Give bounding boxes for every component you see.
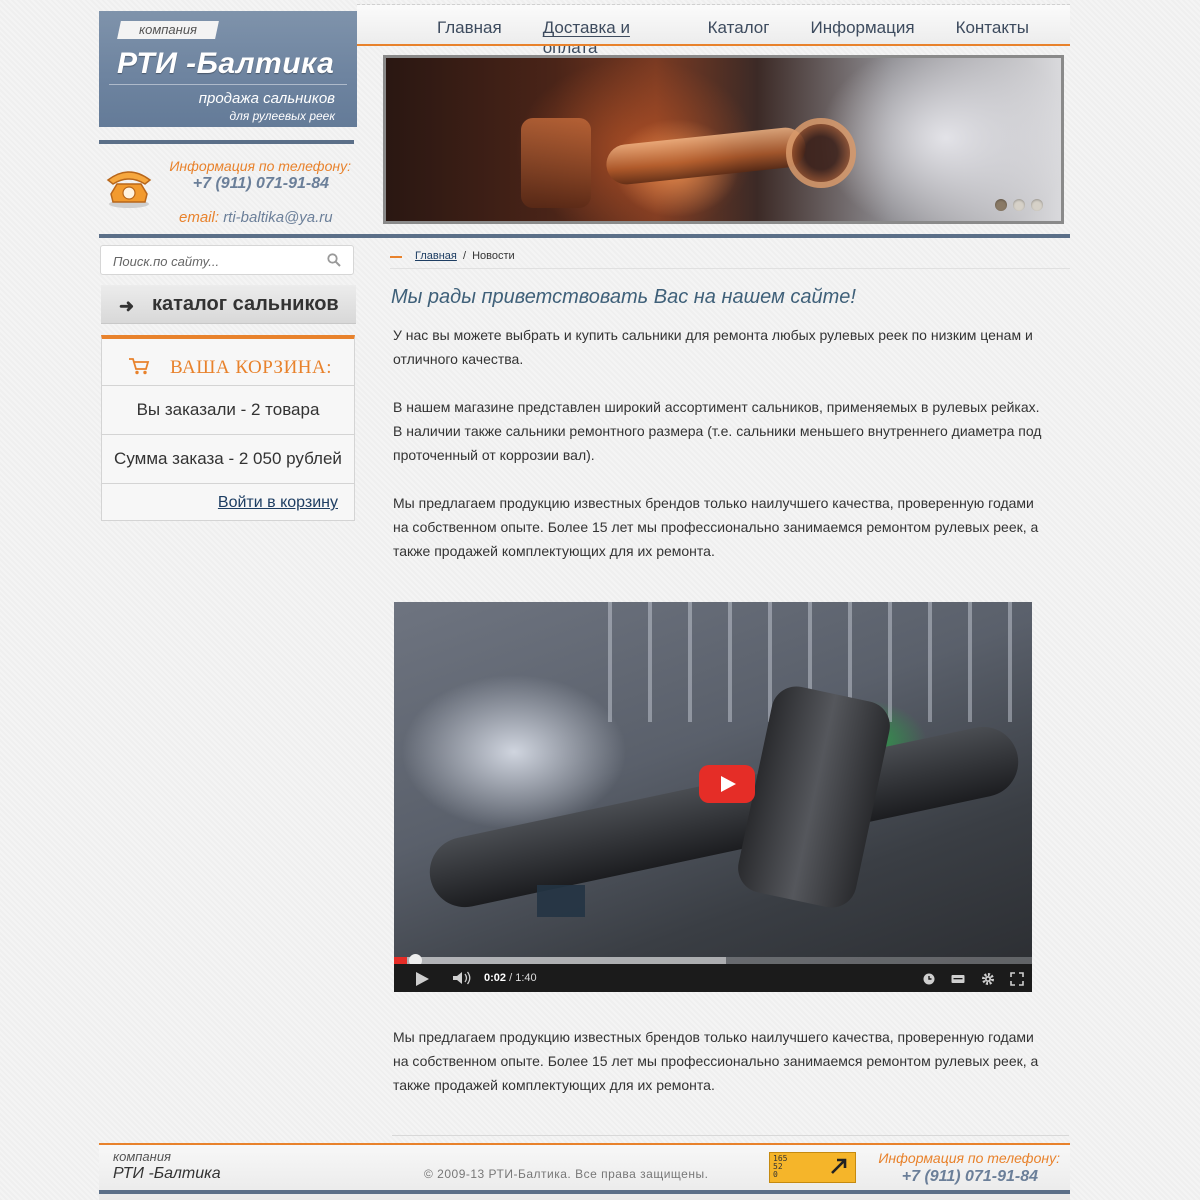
slider-dot[interactable] [1013, 199, 1025, 211]
site-logo[interactable]: компания РТИ -Балтика продажа сальников … [99, 11, 357, 127]
breadcrumb-home[interactable]: Главная [415, 250, 457, 262]
volume-icon[interactable] [452, 971, 472, 985]
catalog-button[interactable]: ➜ каталог сальников [101, 285, 356, 324]
video-controls: 0:02 / 1:40 [394, 964, 1032, 992]
content-divider [392, 1135, 1069, 1136]
brands-paragraph: Мы предлагаем продукцию известных брендо… [393, 495, 1039, 559]
breadcrumb-divider [390, 268, 1070, 269]
video-duration: 1:40 [515, 972, 537, 984]
footer-phone-label: Информация по телефону: [878, 1150, 1060, 1166]
search-icon[interactable] [327, 253, 341, 267]
video-play-button[interactable] [699, 765, 755, 803]
arrow-icon: ➜ [119, 296, 135, 316]
slider-dot[interactable] [995, 199, 1007, 211]
email-line: email: rti-baltika@ya.ru [179, 209, 333, 226]
nav-item-1[interactable]: Доставка и оплата [543, 18, 667, 58]
video-loaded-bar [394, 957, 726, 964]
breadcrumb-marker [390, 256, 402, 258]
cart-title: ВАША КОРЗИНА: [170, 357, 333, 378]
nav-item-2[interactable]: Каталог [708, 18, 770, 58]
page-title: Мы рады приветствовать Вас на нашем сайт… [391, 286, 856, 308]
intro-paragraph: У нас вы можете выбрать и купить сальник… [393, 327, 1033, 367]
logo-divider [109, 84, 347, 85]
fullscreen-icon[interactable] [1010, 972, 1024, 986]
footer-bottom-line [99, 1190, 1070, 1194]
slider-dot[interactable] [1031, 199, 1043, 211]
settings-gear-icon[interactable] [981, 972, 995, 986]
brands-paragraph-repeat: Мы предлагаем продукцию известных брендо… [393, 1029, 1039, 1093]
search-box [100, 245, 354, 275]
catalog-label: каталог сальников [152, 293, 339, 315]
company-tag: компания [117, 21, 219, 39]
watch-later-icon[interactable] [922, 972, 936, 986]
go-to-cart-link[interactable]: Войти в корзину [218, 494, 338, 512]
contact-divider [99, 140, 354, 144]
breadcrumb: Главная / Новости [415, 250, 515, 262]
logo-subtitle: продажа сальников [198, 90, 335, 107]
visitor-counter[interactable]: 165 52 0 [769, 1152, 856, 1183]
nav-menu: Главная Доставка и оплата Каталог Информаци… [437, 18, 1070, 58]
counter-arrow-icon [831, 1158, 847, 1174]
cart-widget: ВАША КОРЗИНА: Вы заказали - 2 товара Сум… [101, 335, 355, 521]
breadcrumb-current: Новости [472, 250, 515, 262]
video-time-separator: / [509, 972, 513, 984]
email-label: email: [179, 209, 220, 226]
nav-item-3[interactable]: Информация [810, 18, 914, 58]
telephone-icon [106, 171, 152, 208]
cart-sum: Сумма заказа - 2 050 рублей [102, 435, 354, 484]
page: компания РТИ -Балтика продажа сальников … [99, 0, 1070, 1200]
phone-label: Информация по телефону: [169, 158, 351, 174]
cart-items-count: Вы заказали - 2 товара [102, 386, 354, 435]
banner-part [521, 118, 591, 208]
nav-item-0[interactable]: Главная [437, 18, 502, 58]
top-navigation: Главная Доставка и оплата Каталог Информаци… [357, 4, 1070, 57]
video-steering-rack [423, 720, 1025, 914]
phone-number: +7 (911) 071-91-84 [192, 175, 329, 192]
footer-company-tag: компания [113, 1149, 171, 1164]
nav-underline [357, 44, 1070, 46]
slider-dots [995, 199, 1043, 211]
breadcrumb-separator: / [462, 250, 466, 262]
video-played-bar [394, 957, 407, 964]
footer-company-name: РТИ -Балтика [113, 1165, 221, 1182]
cart-icon [129, 358, 150, 375]
banner-slider[interactable] [383, 55, 1064, 224]
email-address[interactable]: rti-baltika@ya.ru [223, 209, 332, 226]
banner-shaft [604, 125, 808, 187]
header-divider [99, 234, 1070, 238]
logo-subtitle-2: для рулеевых реек [229, 109, 335, 123]
play-icon[interactable] [416, 972, 429, 986]
counter-line-3: 0 [773, 1170, 778, 1179]
copyright: © 2009-13 РТИ-Балтика. Все права защищен… [424, 1167, 709, 1181]
nav-item-4[interactable]: Контакты [956, 18, 1029, 58]
video-player[interactable]: 0:02 / 1:40 [394, 602, 1032, 992]
company-name: РТИ -Балтика [117, 47, 335, 80]
video-progress-bar[interactable] [394, 954, 1032, 967]
video-overlay-square [537, 885, 585, 917]
video-current-time: 0:02 [484, 972, 507, 984]
banner-bearing [786, 118, 856, 188]
video-time: 0:02 / 1:40 [484, 972, 537, 984]
captions-icon[interactable] [951, 972, 965, 986]
footer-phone-number: +7 (911) 071-91-84 [901, 1168, 1038, 1185]
assortment-paragraph: В нашем магазине представлен широкий асс… [393, 399, 1042, 463]
counter-values: 165 52 0 [773, 1155, 787, 1179]
cart-header: ВАША КОРЗИНА: [102, 339, 354, 386]
search-input[interactable] [111, 250, 315, 272]
footer-top-line [99, 1143, 1070, 1145]
